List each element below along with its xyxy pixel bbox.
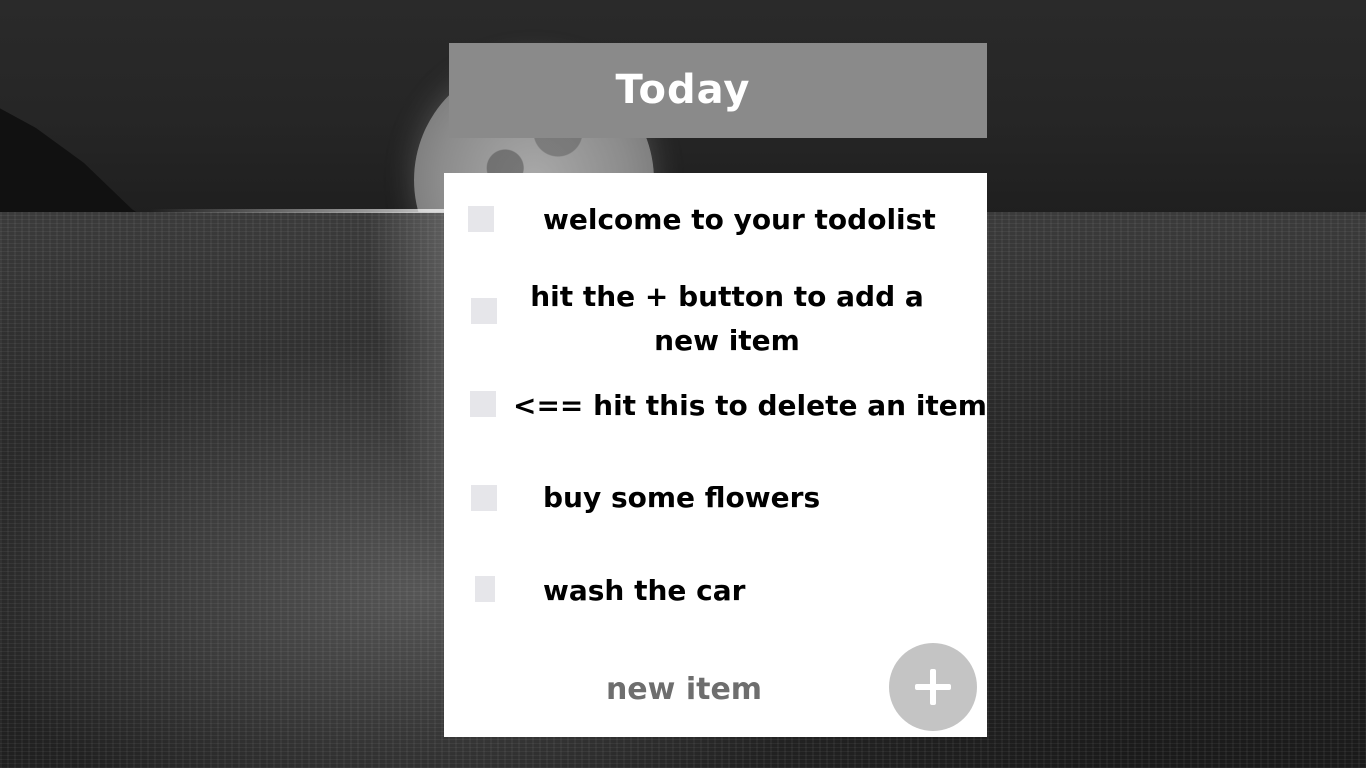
todo-list: welcome to your todolist hit the + butto… (444, 173, 987, 737)
item-text: wash the car (543, 574, 746, 607)
item-text: buy some flowers (543, 481, 821, 514)
list-item: wash the car (444, 543, 987, 637)
delete-checkbox[interactable] (471, 298, 497, 324)
list-header: Today (449, 43, 987, 138)
delete-checkbox[interactable] (470, 391, 496, 417)
list-item: buy some flowers (444, 449, 987, 543)
delete-checkbox[interactable] (475, 576, 495, 602)
add-item-button[interactable] (889, 643, 977, 731)
delete-checkbox[interactable] (471, 485, 497, 511)
item-text: <== hit this to delete an item (513, 389, 987, 422)
item-text: welcome to your todolist (543, 203, 936, 236)
delete-checkbox[interactable] (468, 206, 494, 232)
plus-icon (889, 643, 977, 731)
page-title: Today (615, 67, 751, 113)
item-text: hit the + button to add a new item (530, 280, 924, 357)
list-item: welcome to your todolist (444, 173, 987, 267)
new-item-input[interactable] (554, 665, 814, 713)
list-item: <== hit this to delete an item (444, 379, 987, 449)
list-item: hit the + button to add a new item (444, 267, 987, 379)
